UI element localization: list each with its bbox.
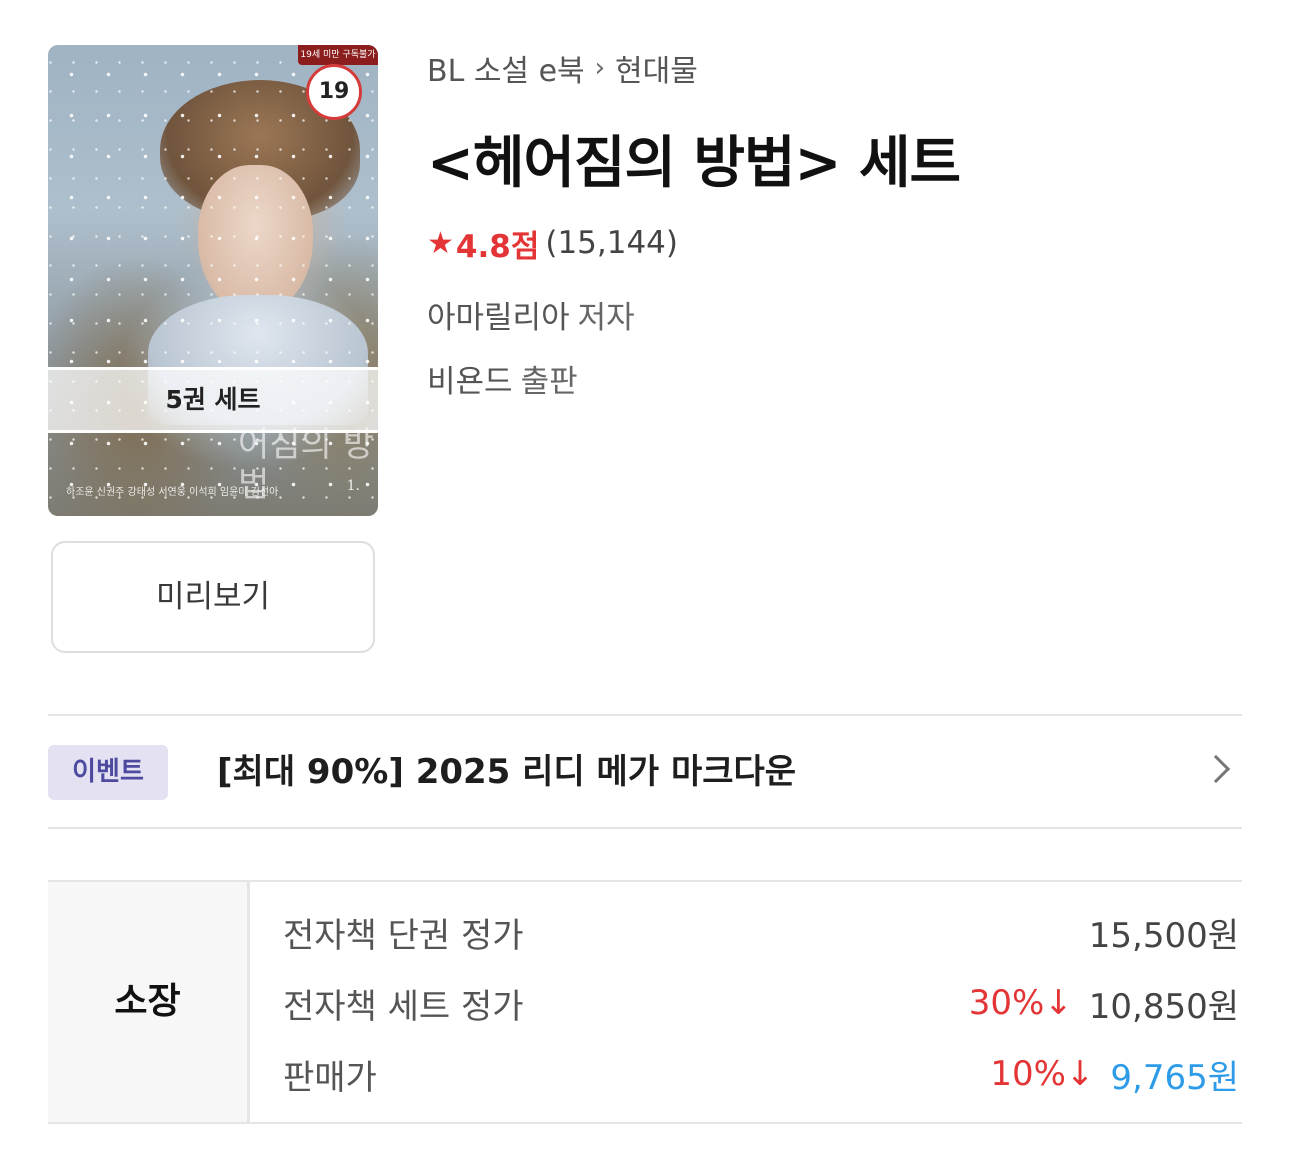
rating-score: 4.8점 — [455, 228, 540, 265]
price-type-header: 소장 — [48, 882, 250, 1122]
price-row: 전자책 단권 정가 15,500원 — [283, 902, 1239, 962]
preview-button[interactable]: 미리보기 — [51, 541, 375, 653]
price-label: 전자책 단권 정가 — [283, 915, 524, 956]
breadcrumb: BL 소설 e북 › 현대물 — [427, 46, 698, 90]
discount-rate: 30%↓ — [968, 983, 1073, 1023]
chevron-right-icon — [1201, 754, 1231, 784]
publisher-name[interactable]: 비욘드 — [427, 364, 513, 400]
cover-volume-number: 1. — [346, 478, 360, 494]
event-tag: 이벤트 — [48, 745, 168, 800]
author-line: 아마릴리아 저자 — [427, 292, 635, 337]
age-restriction-banner: 19세 미만 구독불가 — [298, 45, 378, 65]
divider — [48, 827, 1242, 829]
price-label: 판매가 — [283, 1057, 377, 1098]
author-name[interactable]: 아마릴리아 — [427, 300, 570, 336]
discount-rate: 10%↓ — [990, 1054, 1095, 1094]
breadcrumb-subcategory[interactable]: 현대물 — [615, 46, 698, 90]
price-amount: 15,500원 — [1088, 915, 1239, 956]
price-row: 전자책 세트 정가 30%↓ 10,850원 — [283, 973, 1239, 1033]
price-row: 판매가 10%↓ 9,765원 — [283, 1044, 1239, 1104]
price-amount: 10,850원 — [1088, 986, 1239, 1027]
event-title: [최대 90%] 2025 리디 메가 마크다운 — [217, 752, 797, 792]
star-icon: ★ — [427, 225, 454, 261]
author-role: 저자 — [577, 300, 635, 336]
book-title: <헤어짐의 방법> 세트 — [427, 131, 961, 196]
publisher-role: 출판 — [520, 364, 578, 400]
price-label: 전자책 세트 정가 — [283, 986, 524, 1027]
book-cover[interactable]: 19세 미만 구독불가 19 어짐의 방법 하조윤 신권주 강태성 서연웅 이석… — [48, 45, 378, 516]
breadcrumb-category[interactable]: BL 소설 e북 — [427, 46, 585, 90]
cover-credits: 하조윤 신권주 강태성 서연웅 이석희 임윤미 김선아 — [66, 487, 279, 498]
chevron-right-icon: › — [594, 53, 606, 83]
age-rating-badge: 19 — [306, 64, 362, 120]
price-table: 소장 전자책 단권 정가 15,500원 전자책 세트 정가 30%↓ 10,8… — [48, 880, 1242, 1124]
rating[interactable]: ★ 4.8점 (15,144) — [427, 221, 678, 265]
rating-count: (15,144) — [545, 225, 679, 261]
sale-price-amount: 9,765원 — [1110, 1057, 1239, 1098]
set-count-label: 5권 세트 — [48, 367, 378, 433]
divider — [48, 714, 1242, 716]
publisher-line: 비욘드 출판 — [427, 356, 578, 401]
